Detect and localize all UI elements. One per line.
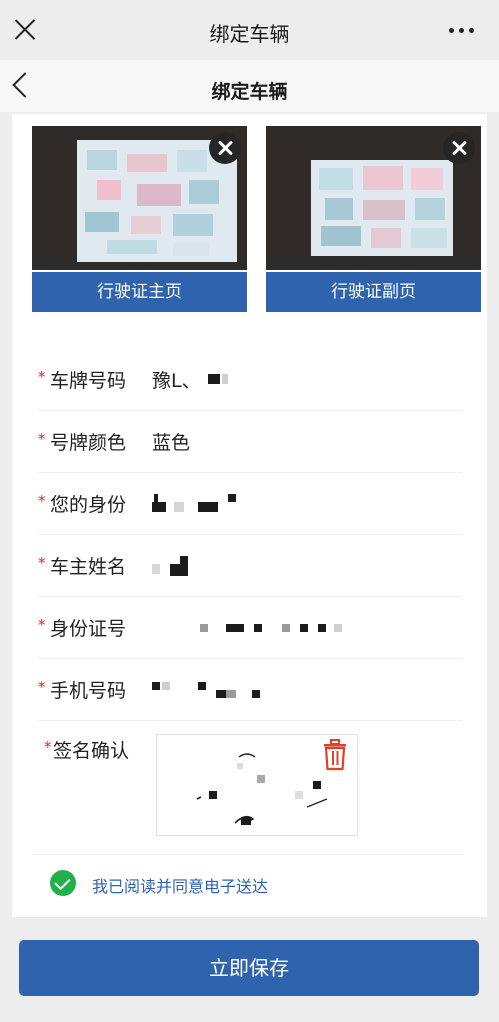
identity-label: 您的身份 xyxy=(50,494,127,516)
redaction xyxy=(200,624,208,632)
owner-name-label: 车主姓名 xyxy=(50,556,127,578)
redaction xyxy=(198,502,218,512)
required-mark: * xyxy=(38,430,46,448)
agreement-text[interactable]: 我已阅读并同意电子送达 xyxy=(92,873,268,897)
redaction xyxy=(198,682,206,690)
identity-row: * 您的身份 xyxy=(38,472,462,535)
signature-label: 签名确认 xyxy=(53,740,130,762)
license-secondary-document xyxy=(311,160,453,256)
plate-color-row: * 号牌颜色 蓝色 xyxy=(38,410,462,473)
owner-name-row: * 车主姓名 xyxy=(38,534,462,597)
phone-label: 手机号码 xyxy=(50,680,127,702)
redaction xyxy=(226,690,236,698)
signature-pad[interactable] xyxy=(156,734,358,836)
license-secondary-image[interactable] xyxy=(266,126,481,270)
wechat-top-bar: 绑定车辆 xyxy=(0,0,499,60)
signature-row: * 签名确认 xyxy=(44,732,484,852)
license-main-label[interactable]: 行驶证主页 xyxy=(32,272,247,312)
redaction xyxy=(180,556,188,564)
redaction xyxy=(318,624,326,632)
divider xyxy=(32,854,464,855)
license-main-photo: 行驶证主页 xyxy=(32,126,247,312)
remove-photo-icon[interactable] xyxy=(443,132,475,164)
check-circle-icon[interactable] xyxy=(50,870,76,896)
required-mark: * xyxy=(38,554,46,572)
redaction xyxy=(152,502,166,512)
window-title: 绑定车辆 xyxy=(209,22,290,46)
save-button[interactable]: 立即保存 xyxy=(19,940,479,996)
trash-icon[interactable] xyxy=(321,739,349,771)
phone-row: * 手机号码 xyxy=(38,658,462,721)
redaction xyxy=(154,494,158,502)
redaction xyxy=(222,374,228,384)
redaction xyxy=(228,494,236,502)
redaction xyxy=(300,624,308,632)
redaction xyxy=(334,624,342,632)
page-nav-bar: 绑定车辆 xyxy=(0,60,499,112)
required-mark: * xyxy=(38,678,46,696)
license-secondary-label[interactable]: 行驶证副页 xyxy=(266,272,481,312)
redaction xyxy=(226,624,244,632)
redaction xyxy=(252,690,260,698)
license-secondary-photo: 行驶证副页 xyxy=(266,126,481,312)
redaction xyxy=(282,624,290,632)
plate-color-label: 号牌颜色 xyxy=(50,432,127,454)
license-main-image[interactable] xyxy=(32,126,247,270)
required-mark: * xyxy=(44,738,52,756)
more-icon[interactable] xyxy=(449,28,477,34)
redaction xyxy=(174,502,184,512)
id-number-label: 身份证号 xyxy=(50,618,127,640)
required-mark: * xyxy=(38,616,46,634)
plate-number-label: 车牌号码 xyxy=(50,370,127,392)
plate-number-row: * 车牌号码 豫L、 xyxy=(38,348,462,411)
id-number-row: * 身份证号 xyxy=(38,596,462,659)
redaction xyxy=(152,682,160,690)
redaction xyxy=(254,624,262,632)
required-mark: * xyxy=(38,368,46,386)
redaction xyxy=(152,564,160,574)
remove-photo-icon[interactable] xyxy=(209,132,241,164)
redaction xyxy=(170,564,188,576)
page-title: 绑定车辆 xyxy=(211,81,288,103)
redaction xyxy=(208,374,220,384)
plate-number-value[interactable]: 豫L、 xyxy=(152,366,201,393)
form-card: 行驶证主页 行驶证副页 * 车牌号码 豫L、 * 号牌颜色 蓝色 * 您的身份 … xyxy=(12,114,487,917)
required-mark: * xyxy=(38,492,46,510)
redaction xyxy=(216,690,226,698)
plate-color-value[interactable]: 蓝色 xyxy=(152,428,190,455)
redaction xyxy=(162,682,170,690)
